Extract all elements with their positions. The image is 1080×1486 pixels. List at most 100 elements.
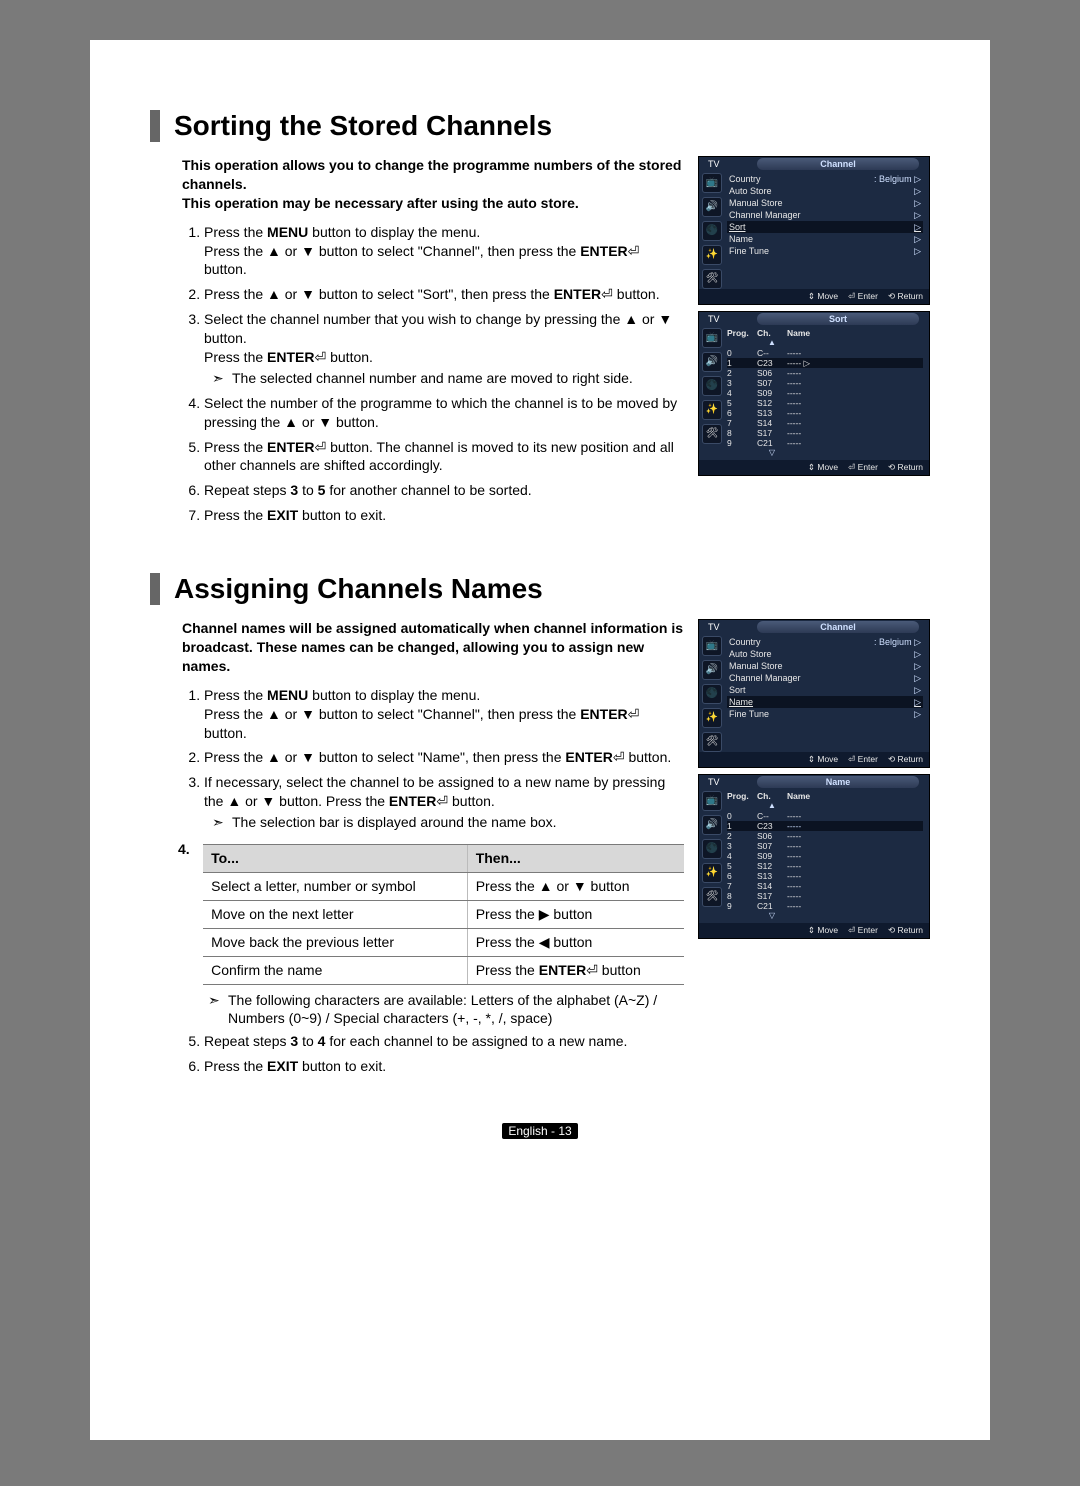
- osd-footer-enter: ⏎ Enter: [848, 462, 878, 473]
- osd-arrow-up: [727, 338, 757, 348]
- osd-title: Name: [757, 776, 919, 788]
- osd-table-cell: 9: [727, 438, 757, 448]
- osd-tv-label: TV: [705, 157, 723, 171]
- text: Enter: [858, 754, 878, 764]
- text: for each channel to be assigned to a new…: [325, 1033, 627, 1049]
- osd-table-cell: -----: [787, 811, 923, 821]
- section2-step1: Press the MENU button to display the men…: [204, 686, 684, 743]
- menu-label: MENU: [267, 224, 308, 240]
- enter-label: ENTER: [267, 439, 314, 455]
- osd-arrow-up: [727, 801, 757, 811]
- text: Repeat steps: [204, 1033, 290, 1049]
- osd-iconbar: 📺 🔊 🌑 ✨ 🛠: [699, 171, 725, 289]
- osd-icon: ✨: [702, 400, 722, 420]
- text: button to display the menu.: [308, 687, 480, 703]
- section2-postnote: The following characters are available: …: [208, 991, 684, 1029]
- text: Return: [897, 291, 923, 301]
- osd-menu-item: Country: Belgium ▷: [727, 636, 923, 648]
- text: Press the: [476, 962, 539, 978]
- section2-title: Assigning Channels Names: [150, 573, 930, 605]
- osd-table-cell: S12: [757, 398, 787, 408]
- osd-footer-return: ⟲ Return: [888, 754, 923, 765]
- osd-table-cell: S09: [757, 388, 787, 398]
- osd-table-cell: 9: [727, 901, 757, 911]
- osd-footer-move: ⇕ Move: [808, 925, 838, 936]
- osd-icon: ✨: [702, 863, 722, 883]
- text: Press the ▲ or ▼ button to select "Chann…: [204, 243, 580, 259]
- menu-label: MENU: [267, 687, 308, 703]
- td: Press the ◀ button: [467, 928, 684, 956]
- osd-arrow-down: [727, 911, 757, 921]
- osd-footer-return: ⟲ Return: [888, 462, 923, 473]
- text: button.: [448, 793, 495, 809]
- osd-table-cell: S13: [757, 871, 787, 881]
- enter-label: ENTER: [580, 706, 627, 722]
- text: button.: [613, 286, 660, 302]
- text: Return: [897, 754, 923, 764]
- text: Press the: [204, 349, 267, 365]
- text: Press the: [204, 507, 267, 523]
- section2-step3: If necessary, select the channel to be a…: [204, 773, 684, 832]
- osd-menu-item: Name ▷: [727, 696, 923, 708]
- osd-table-cell: S14: [757, 881, 787, 891]
- osd-menu-item: Channel Manager ▷: [727, 209, 923, 221]
- osd-iconbar: 📺 🔊 🌑 ✨ 🛠: [699, 326, 725, 460]
- osd-table-cell: -----: [787, 881, 923, 891]
- text: button to display the menu.: [308, 224, 480, 240]
- text: Select the channel number that you wish …: [204, 311, 672, 346]
- osd-icon: 🌑: [702, 221, 722, 241]
- td: Press the ▶ button: [467, 900, 684, 928]
- return-icon: ⟲: [888, 462, 895, 472]
- osd-arrow-down: [787, 448, 923, 458]
- osd-icon: 📺: [702, 173, 722, 193]
- osd-table-header: Name: [787, 328, 923, 338]
- enter-icon: ⏎: [628, 706, 640, 722]
- text: Move: [817, 291, 838, 301]
- osd-table-cell: C21: [757, 901, 787, 911]
- osd-icon: 🌑: [702, 839, 722, 859]
- osd-table-cell: S13: [757, 408, 787, 418]
- osd-icon: 🔊: [702, 352, 722, 372]
- osd-table-cell: -----: [787, 841, 923, 851]
- enter-icon: ⏎: [848, 754, 855, 764]
- osd-arrow-up: ▲: [757, 338, 787, 348]
- text: Move: [817, 462, 838, 472]
- text: button to exit.: [298, 1058, 386, 1074]
- osd-title: Sort: [757, 313, 919, 325]
- text: Move: [817, 754, 838, 764]
- enter-icon: ⏎: [613, 749, 625, 765]
- osd-menu-item: Country: Belgium ▷: [727, 173, 923, 185]
- enter-icon: ⏎: [848, 925, 855, 935]
- osd-table-cell: 4: [727, 388, 757, 398]
- osd-table-header: Name: [787, 791, 923, 801]
- osd-menu-item: Sort ▷: [727, 684, 923, 696]
- osd-table-cell: 5: [727, 861, 757, 871]
- osd-table-cell: 2: [727, 368, 757, 378]
- osd-table-cell: 5: [727, 398, 757, 408]
- osd-footer-move: ⇕ Move: [808, 754, 838, 765]
- text: button to exit.: [298, 507, 386, 523]
- text: Press the ▲ or ▼ button to select "Sort"…: [204, 286, 554, 302]
- enter-label: ENTER: [389, 793, 436, 809]
- section1-intro-line2: This operation may be necessary after us…: [182, 195, 579, 211]
- osd-table-cell: S06: [757, 831, 787, 841]
- osd-table-cell: 2: [727, 831, 757, 841]
- osd-table-cell: -----: [787, 348, 923, 358]
- osd-table-cell: -----: [787, 408, 923, 418]
- text: Press the ▲ or ▼ button to select "Chann…: [204, 706, 580, 722]
- osd-table-cell: 1: [727, 821, 757, 831]
- td: Confirm the name: [203, 956, 467, 984]
- text: Press the: [204, 687, 267, 703]
- section1-intro: This operation allows you to change the …: [182, 156, 684, 213]
- osd-footer-move: ⇕ Move: [808, 462, 838, 473]
- osd-icon: 🔊: [702, 815, 722, 835]
- osd-arrow-down: ▽: [757, 911, 787, 921]
- osd-table-cell: S17: [757, 428, 787, 438]
- osd-arrow-up: [787, 801, 923, 811]
- osd-footer-move: ⇕ Move: [808, 291, 838, 302]
- osd-menu-item: Sort ▷: [727, 221, 923, 233]
- osd-footer-return: ⟲ Return: [888, 291, 923, 302]
- section2-step3-sub: The selection bar is displayed around th…: [212, 813, 684, 832]
- enter-label: ENTER: [554, 286, 601, 302]
- th-to: To...: [203, 845, 467, 873]
